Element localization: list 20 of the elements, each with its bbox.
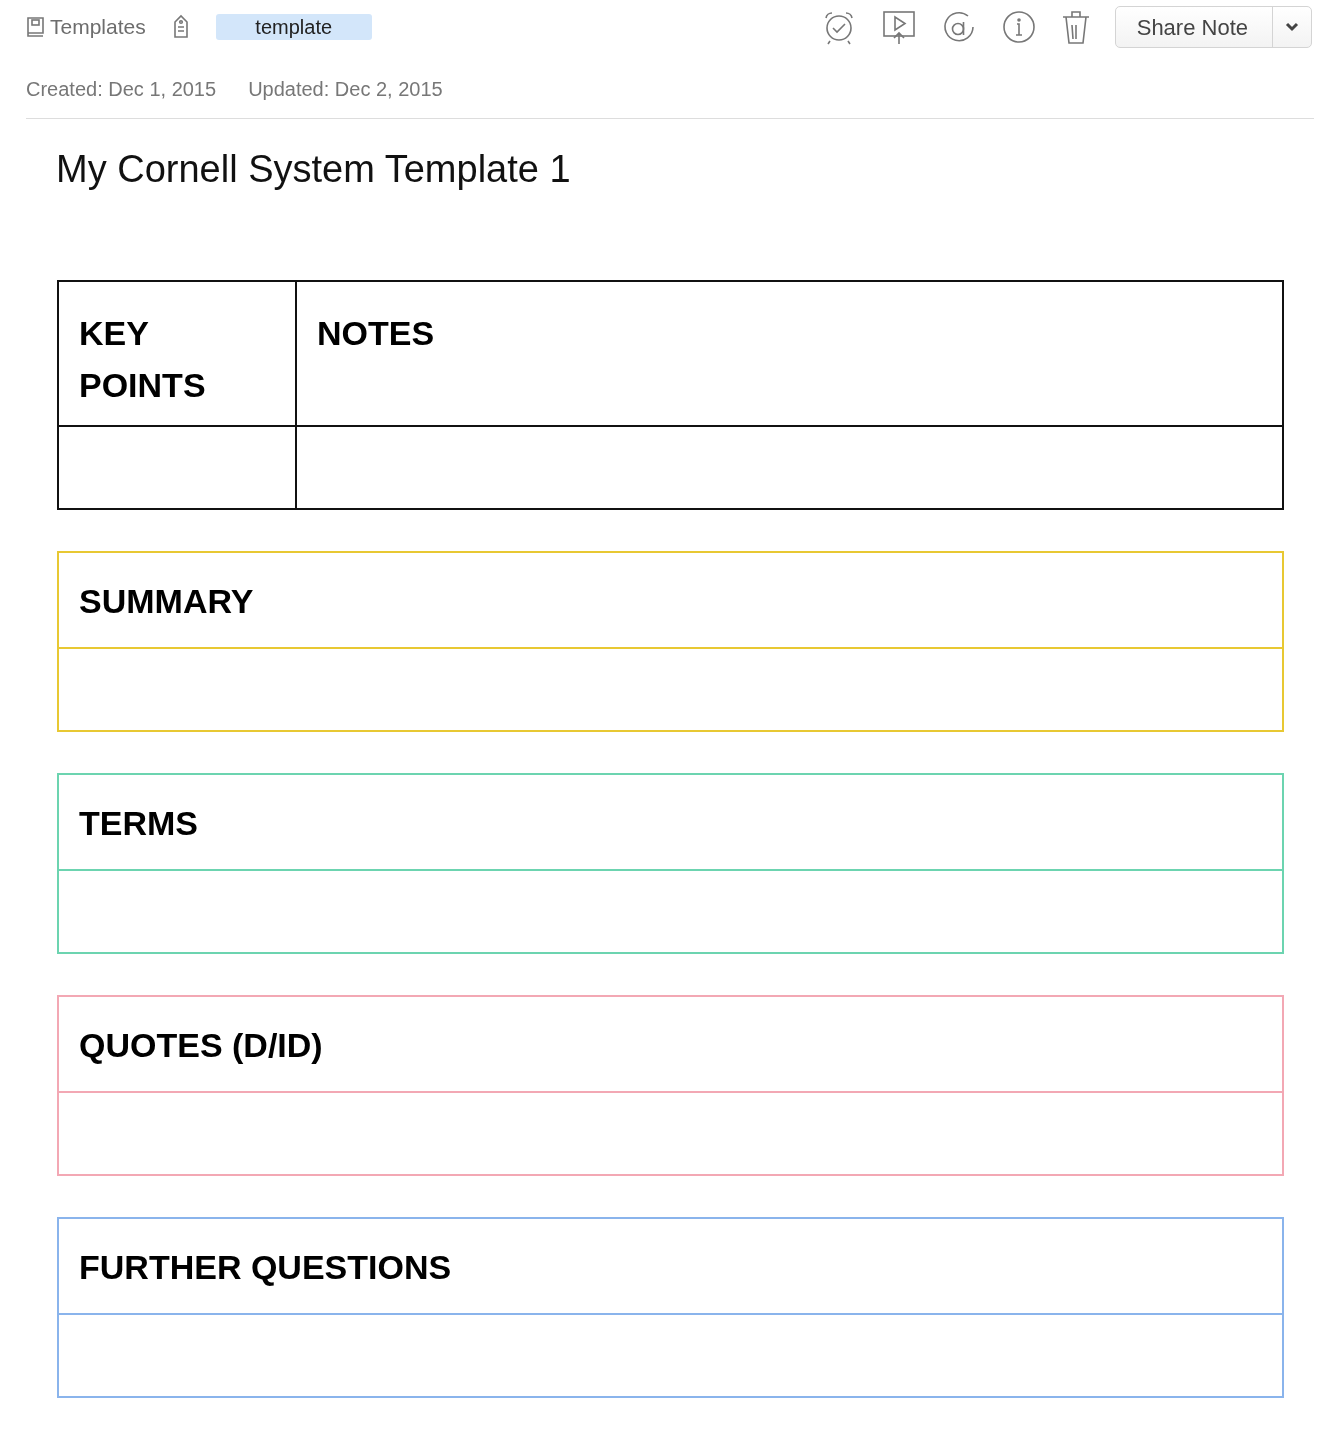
notebook-icon [26,16,46,38]
note-title: My Cornell System Template 1 [56,147,572,192]
trash-icon [1060,9,1091,45]
created-date: Created: Dec 1, 2015 [26,77,217,102]
tag-chip[interactable]: template [215,14,372,40]
presentation-icon [880,9,917,45]
column-heading: NOTES [317,314,435,352]
section-heading: SUMMARY [79,582,254,620]
section-heading: FURTHER QUESTIONS [79,1248,452,1286]
notebook-link[interactable]: Templates [26,11,146,43]
caret-icon [1285,22,1299,32]
info-icon [1000,9,1037,45]
delete-button[interactable] [1060,9,1091,45]
section-heading: TERMS [79,804,198,842]
section-heading: QUOTES (D/ID) [79,1026,323,1064]
share-button[interactable]: Share Note [1115,7,1273,47]
updated-date: Updated: Dec 2, 2015 [248,77,443,102]
info-button[interactable] [1000,9,1037,45]
present-button[interactable] [880,9,917,45]
column-heading: KEY POINTS [79,313,207,406]
